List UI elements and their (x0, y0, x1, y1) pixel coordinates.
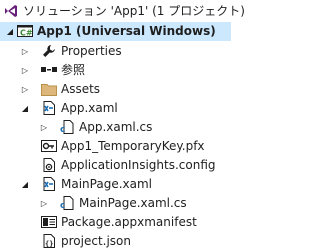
svg-text:c: c (60, 125, 65, 135)
tree-item-app-xaml-cs[interactable]: ▷ c App.xaml.cs (0, 118, 231, 137)
xaml-file-icon (41, 100, 57, 116)
tree-item-mainpage-xaml-cs[interactable]: ▷ c MainPage.xaml.cs (0, 194, 231, 213)
tree-item-label: App1_TemporaryKey.pfx (61, 139, 205, 153)
collapsed-chevron-icon[interactable]: ▷ (20, 80, 30, 99)
expanded-chevron-icon[interactable]: ◢ (20, 99, 30, 118)
tree-item-label: Assets (61, 82, 101, 96)
tree-item-application-insights[interactable]: ApplicationInsights.config (0, 156, 231, 175)
visual-studio-solution-icon (3, 3, 19, 19)
csharp-file-icon: c (59, 195, 75, 211)
tree-item-label: MainPage.xaml.cs (79, 196, 187, 210)
collapsed-chevron-icon[interactable]: ▷ (39, 118, 49, 137)
tree-item-label: Package.appxmanifest (61, 215, 197, 229)
tree-item-app-xaml[interactable]: ◢ App.xaml (0, 99, 231, 118)
solution-explorer-tree: ソリューション 'App1' (1 プロジェクト) ◢ C# App1 (Uni… (0, 0, 245, 251)
tree-item-label: App.xaml (61, 101, 118, 115)
tree-item-label: 参照 (61, 63, 86, 77)
xaml-file-icon (41, 176, 57, 192)
collapsed-chevron-icon[interactable]: ▷ (39, 194, 49, 213)
folder-icon (41, 81, 57, 97)
tree-item-temporary-key[interactable]: App1_TemporaryKey.pfx (0, 137, 231, 156)
certificate-key-icon (41, 138, 57, 154)
expanded-chevron-icon[interactable]: ◢ (5, 22, 15, 41)
json-file-icon: {} (41, 233, 57, 249)
tree-item-properties[interactable]: ▷ Properties (0, 42, 231, 61)
project-node[interactable]: ◢ C# App1 (Universal Windows) (0, 22, 231, 41)
config-file-icon (41, 157, 57, 173)
tree-item-label: Properties (61, 44, 122, 58)
project-label: App1 (Universal Windows) (37, 24, 216, 38)
references-icon (41, 62, 57, 78)
tree-item-label: App.xaml.cs (79, 120, 153, 134)
tree-item-mainpage-xaml[interactable]: ◢ MainPage.xaml (0, 175, 231, 194)
csharp-project-icon: C# (17, 23, 33, 39)
expanded-chevron-icon[interactable]: ◢ (20, 175, 30, 194)
tree-item-package-manifest[interactable]: Package.appxmanifest (0, 213, 231, 232)
tree-item-assets[interactable]: ▷ Assets (0, 80, 231, 99)
tree-item-references[interactable]: ▷ 参照 (0, 61, 231, 80)
collapsed-chevron-icon[interactable]: ▷ (20, 42, 30, 61)
tree-item-label: MainPage.xaml (61, 177, 152, 191)
tree-item-project-json[interactable]: {} project.json (0, 232, 231, 251)
svg-text:{}: {} (45, 240, 53, 248)
tree-item-label: project.json (61, 234, 131, 248)
svg-text:c: c (60, 201, 65, 211)
svg-text:C#: C# (20, 29, 33, 38)
solution-label: ソリューション 'App1' (1 プロジェクト) (23, 4, 245, 18)
tree-item-label: ApplicationInsights.config (61, 158, 216, 172)
wrench-icon (41, 43, 57, 59)
collapsed-chevron-icon[interactable]: ▷ (20, 61, 30, 80)
csharp-file-icon: c (59, 119, 75, 135)
manifest-icon (41, 214, 57, 230)
solution-node[interactable]: ソリューション 'App1' (1 プロジェクト) (0, 2, 245, 21)
